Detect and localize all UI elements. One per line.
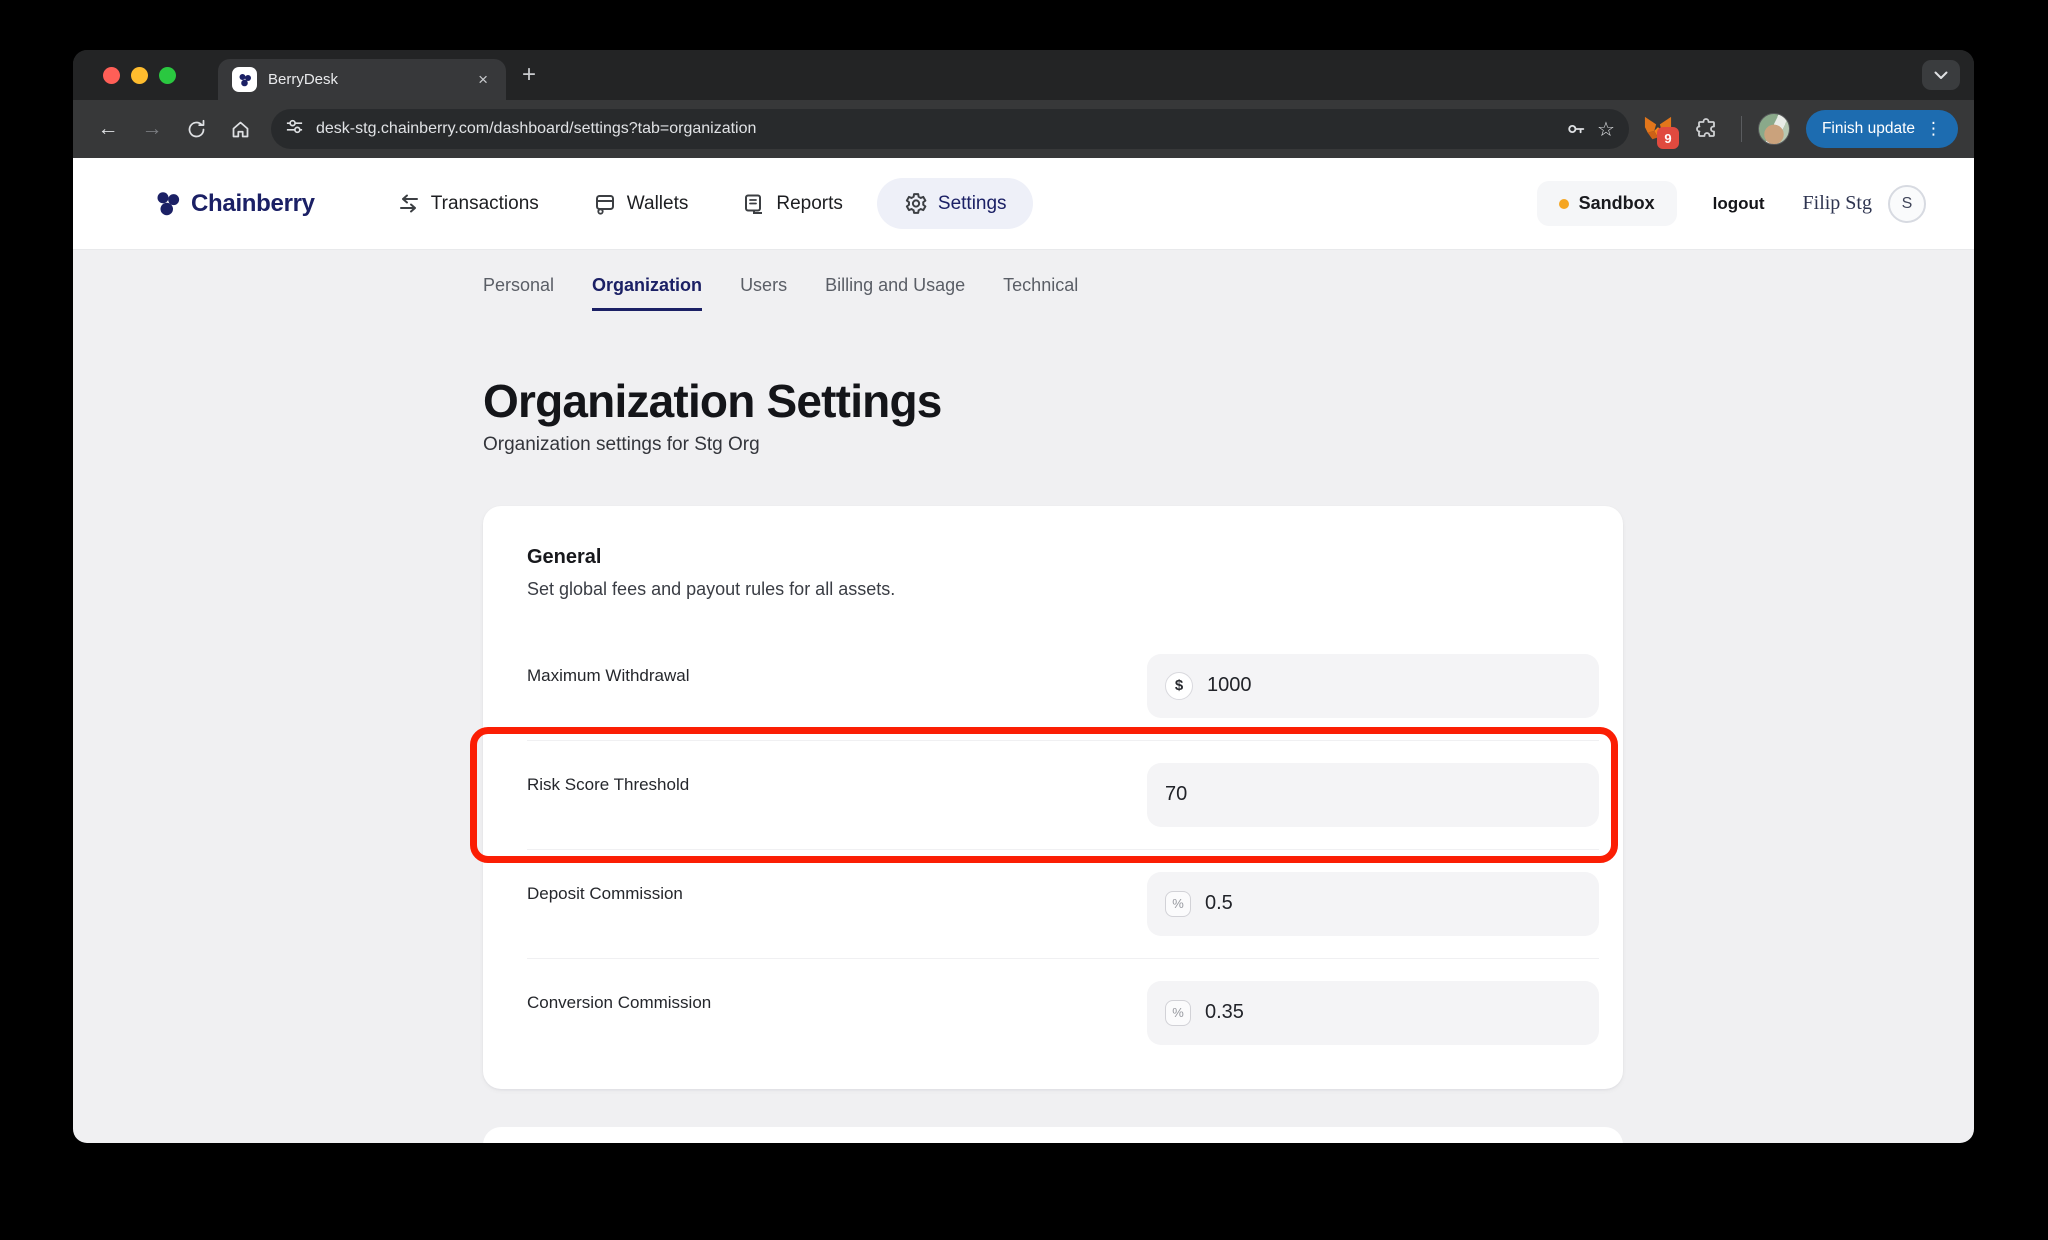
- field-row-conversion-commission: Conversion Commission % 0.35: [527, 958, 1599, 1067]
- password-key-icon[interactable]: [1565, 118, 1587, 140]
- next-section-card-partial: [483, 1127, 1623, 1143]
- berry-logo-icon: [153, 189, 183, 219]
- tab-billing-and-usage[interactable]: Billing and Usage: [825, 276, 965, 311]
- chainberry-logo[interactable]: Chainberry: [153, 189, 315, 219]
- browser-profile-avatar[interactable]: [1758, 113, 1790, 145]
- nav-item-settings[interactable]: Settings: [877, 178, 1033, 229]
- nav-label: Reports: [776, 193, 843, 215]
- browser-window: BerryDesk × + ← → desk-stg.chai: [73, 50, 1974, 1143]
- page-viewport: Chainberry Transactions Wallets Reports: [73, 158, 1974, 1143]
- gear-icon: [903, 191, 928, 216]
- home-icon[interactable]: [221, 110, 259, 148]
- window-controls: [103, 67, 176, 84]
- settings-content: Personal Organization Users Billing and …: [483, 276, 1623, 1143]
- input-value: 0.35: [1205, 1001, 1244, 1024]
- tab-organization[interactable]: Organization: [592, 276, 702, 311]
- field-label: Conversion Commission: [527, 981, 711, 1045]
- percent-icon: %: [1165, 891, 1191, 917]
- close-window-button[interactable]: [103, 67, 120, 84]
- new-tab-button[interactable]: +: [522, 63, 536, 87]
- input-value: 1000: [1207, 674, 1252, 697]
- field-label: Risk Score Threshold: [527, 763, 689, 827]
- extension-badge: 9: [1657, 127, 1679, 149]
- bookmark-star-icon[interactable]: ☆: [1597, 117, 1615, 141]
- reload-icon[interactable]: [177, 110, 215, 148]
- transactions-icon: [397, 192, 421, 216]
- input-value: 70: [1165, 783, 1187, 806]
- browser-toolbar: ← → desk-stg.chainberry.com/dashboard/se…: [73, 100, 1974, 158]
- field-row-deposit-commission: Deposit Commission % 0.5: [527, 849, 1599, 958]
- forward-icon[interactable]: →: [133, 110, 171, 148]
- brand-name: Chainberry: [191, 190, 315, 218]
- tab-technical[interactable]: Technical: [1003, 276, 1078, 311]
- browser-menu-kebab-icon[interactable]: ⋮: [1925, 119, 1942, 139]
- conversion-commission-input[interactable]: % 0.35: [1147, 981, 1599, 1045]
- tab-search-chevron-button[interactable]: [1922, 60, 1960, 90]
- percent-icon: %: [1165, 1000, 1191, 1026]
- field-label: Maximum Withdrawal: [527, 654, 689, 718]
- browser-tab-strip: BerryDesk × +: [73, 50, 1974, 100]
- report-icon: [742, 192, 766, 216]
- nav-label: Settings: [938, 193, 1007, 215]
- tab-personal[interactable]: Personal: [483, 276, 554, 311]
- nav-label: Wallets: [627, 193, 689, 215]
- section-title: General: [527, 546, 1599, 569]
- section-description: Set global fees and payout rules for all…: [527, 577, 1599, 602]
- general-settings-card: General Set global fees and payout rules…: [483, 506, 1623, 1089]
- field-row-risk-score-threshold: Risk Score Threshold 70: [527, 740, 1599, 849]
- maximum-withdrawal-input[interactable]: $ 1000: [1147, 654, 1599, 718]
- logout-link[interactable]: logout: [1713, 194, 1765, 214]
- input-value: 0.5: [1205, 892, 1233, 915]
- environment-label: Sandbox: [1579, 193, 1655, 214]
- page-subtitle: Organization settings for Stg Org: [483, 434, 1623, 456]
- user-name: Filip Stg: [1803, 192, 1872, 215]
- tab-users[interactable]: Users: [740, 276, 787, 311]
- app-header: Chainberry Transactions Wallets Reports: [73, 158, 1974, 250]
- field-label: Deposit Commission: [527, 872, 683, 936]
- tab-close-icon[interactable]: ×: [474, 69, 492, 90]
- main-nav: Transactions Wallets Reports Settings: [377, 178, 1033, 229]
- nav-item-transactions[interactable]: Transactions: [377, 179, 559, 229]
- browser-tab-berrydesk[interactable]: BerryDesk ×: [218, 59, 506, 100]
- nav-item-reports[interactable]: Reports: [722, 179, 863, 229]
- minimize-window-button[interactable]: [131, 67, 148, 84]
- extensions-puzzle-icon[interactable]: [1687, 110, 1725, 148]
- berrydesk-favicon-icon: [232, 67, 257, 92]
- tab-title: BerryDesk: [268, 71, 474, 88]
- deposit-commission-input[interactable]: % 0.5: [1147, 872, 1599, 936]
- finish-update-label: Finish update: [1822, 120, 1915, 138]
- settings-rows: Maximum Withdrawal $ 1000 Risk Score Thr…: [527, 632, 1599, 1067]
- finish-update-button[interactable]: Finish update ⋮: [1806, 110, 1958, 148]
- zoom-window-button[interactable]: [159, 67, 176, 84]
- toolbar-divider: [1741, 116, 1742, 142]
- nav-item-wallets[interactable]: Wallets: [573, 179, 709, 229]
- url-text[interactable]: desk-stg.chainberry.com/dashboard/settin…: [316, 120, 1555, 138]
- dollar-icon: $: [1165, 672, 1193, 700]
- risk-score-threshold-input[interactable]: 70: [1147, 763, 1599, 827]
- settings-tabs: Personal Organization Users Billing and …: [483, 276, 1623, 311]
- back-icon[interactable]: ←: [89, 110, 127, 148]
- site-settings-icon[interactable]: [285, 117, 304, 141]
- page-title: Organization Settings: [483, 375, 1623, 428]
- address-bar[interactable]: desk-stg.chainberry.com/dashboard/settin…: [271, 109, 1629, 149]
- sandbox-dot-icon: [1559, 199, 1569, 209]
- environment-badge: Sandbox: [1537, 181, 1677, 226]
- wallet-icon: [593, 192, 617, 216]
- chevron-down-icon: [1934, 71, 1948, 80]
- metamask-extension-icon[interactable]: 9: [1641, 112, 1675, 146]
- screenshot-root: BerryDesk × + ← → desk-stg.chai: [0, 0, 2048, 1240]
- user-avatar[interactable]: S: [1888, 185, 1926, 223]
- nav-label: Transactions: [431, 193, 539, 215]
- field-row-maximum-withdrawal: Maximum Withdrawal $ 1000: [527, 632, 1599, 740]
